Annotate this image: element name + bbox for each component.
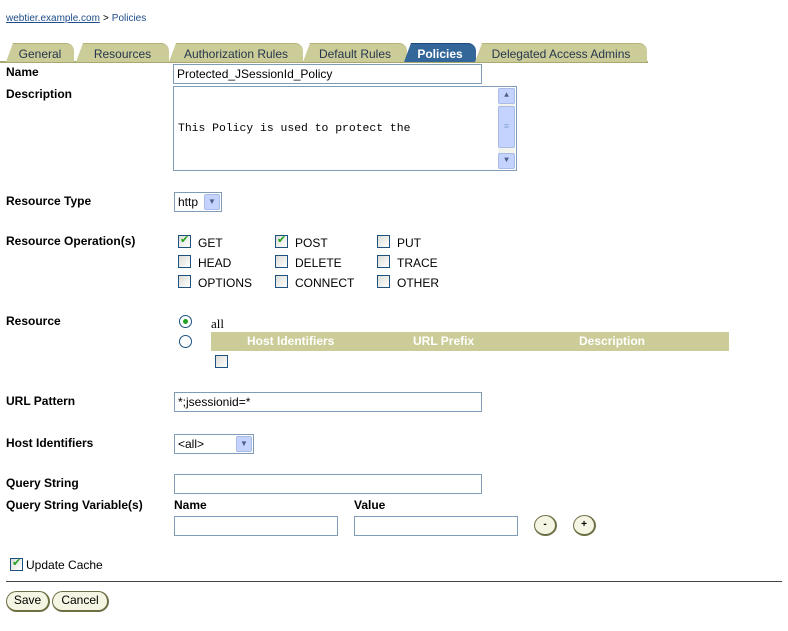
checkbox-put[interactable] bbox=[377, 235, 390, 248]
resource-type-value: http bbox=[178, 195, 199, 209]
column-url-prefix: URL Prefix bbox=[413, 334, 475, 348]
checkbox-delete[interactable] bbox=[275, 255, 288, 268]
scroll-up-icon[interactable]: ▲ bbox=[498, 88, 515, 104]
resource-table-header: Host Identifiers URL Prefix Description bbox=[211, 332, 729, 351]
column-description: Description bbox=[579, 334, 646, 348]
tab-delegated-access-admins[interactable]: Delegated Access Admins bbox=[475, 43, 647, 62]
chevron-down-icon: ▼ bbox=[236, 436, 252, 452]
label-other: OTHER bbox=[397, 276, 439, 290]
label-put: PUT bbox=[397, 236, 421, 250]
query-string-variables-label: Query String Variable(s) bbox=[6, 498, 143, 512]
host-identifiers-select[interactable]: <all> ▼ bbox=[174, 434, 254, 454]
column-host-identifiers: Host Identifiers bbox=[247, 334, 335, 348]
update-cache-label: Update Cache bbox=[26, 558, 103, 572]
label-options: OPTIONS bbox=[198, 276, 253, 290]
resource-operations-label: Resource Operation(s) bbox=[6, 234, 136, 248]
description-line: protected URIs (under /context-root) in bbox=[178, 169, 496, 170]
resource-type-select[interactable]: http ▼ bbox=[174, 192, 222, 212]
scroll-thumb[interactable]: ≡ bbox=[498, 106, 515, 148]
chevron-down-icon: ▼ bbox=[204, 194, 220, 210]
tab-default-rules[interactable]: Default Rules bbox=[303, 43, 407, 62]
breadcrumb-separator: > bbox=[102, 13, 109, 24]
tab-general[interactable]: General bbox=[6, 43, 74, 62]
save-button[interactable]: Save bbox=[6, 591, 50, 612]
description-line: This Policy is used to protect the bbox=[178, 123, 411, 135]
qsv-name-header: Name bbox=[174, 498, 207, 512]
label-head: HEAD bbox=[198, 256, 232, 270]
checkbox-get[interactable] bbox=[178, 233, 191, 248]
description-scrollbar[interactable]: ▲ ≡ ▼ bbox=[498, 88, 515, 169]
description-text: This Policy is used to protect the prote… bbox=[178, 89, 496, 170]
qsv-name-input[interactable] bbox=[174, 516, 338, 536]
tab-resources[interactable]: Resources bbox=[76, 43, 169, 62]
label-connect: CONNECT bbox=[295, 276, 355, 290]
resource-type-label: Resource Type bbox=[6, 194, 92, 208]
description-textarea[interactable]: This Policy is used to protect the prote… bbox=[173, 86, 517, 171]
checkbox-other[interactable] bbox=[377, 275, 390, 288]
add-variable-button[interactable]: + bbox=[573, 515, 596, 536]
checkbox-head[interactable] bbox=[178, 255, 191, 268]
breadcrumb: webtier.example.com > Policies bbox=[6, 13, 146, 24]
label-get: GET bbox=[198, 236, 223, 250]
name-label: Name bbox=[6, 65, 39, 79]
url-pattern-input[interactable]: *;jsessionid=* bbox=[174, 392, 482, 412]
url-pattern-label: URL Pattern bbox=[6, 394, 76, 408]
tab-authorization-rules[interactable]: Authorization Rules bbox=[169, 43, 303, 62]
radio-resource-specific[interactable] bbox=[179, 335, 192, 348]
description-label: Description bbox=[6, 87, 73, 101]
update-cache-checkbox[interactable] bbox=[10, 556, 23, 571]
checkbox-post[interactable] bbox=[275, 233, 288, 248]
host-identifiers-value: <all> bbox=[178, 437, 205, 451]
checkbox-connect[interactable] bbox=[275, 275, 288, 288]
name-input[interactable]: Protected_JSessionId_Policy bbox=[173, 64, 482, 84]
scroll-down-icon[interactable]: ▼ bbox=[498, 153, 515, 169]
qsv-value-header: Value bbox=[354, 498, 386, 512]
resource-row-checkbox[interactable] bbox=[215, 355, 228, 368]
divider bbox=[6, 581, 782, 582]
qsv-value-input[interactable] bbox=[354, 516, 518, 536]
query-string-input[interactable] bbox=[174, 474, 482, 494]
tab-policies[interactable]: Policies bbox=[404, 43, 476, 62]
breadcrumb-link-webtier[interactable]: webtier.example.com bbox=[6, 13, 100, 24]
radio-all-label: all bbox=[211, 316, 224, 331]
host-identifiers-label: Host Identifiers bbox=[6, 436, 94, 450]
breadcrumb-current: Policies bbox=[111, 13, 147, 24]
resource-label: Resource bbox=[6, 314, 61, 328]
cancel-button[interactable]: Cancel bbox=[52, 591, 109, 612]
remove-variable-button[interactable]: - bbox=[534, 515, 557, 536]
label-trace: TRACE bbox=[397, 256, 438, 270]
checkbox-trace[interactable] bbox=[377, 255, 390, 268]
label-delete: DELETE bbox=[295, 256, 342, 270]
label-post: POST bbox=[295, 236, 328, 250]
query-string-label: Query String bbox=[6, 476, 79, 490]
radio-resource-all[interactable] bbox=[179, 315, 192, 328]
checkbox-options[interactable] bbox=[178, 275, 191, 288]
